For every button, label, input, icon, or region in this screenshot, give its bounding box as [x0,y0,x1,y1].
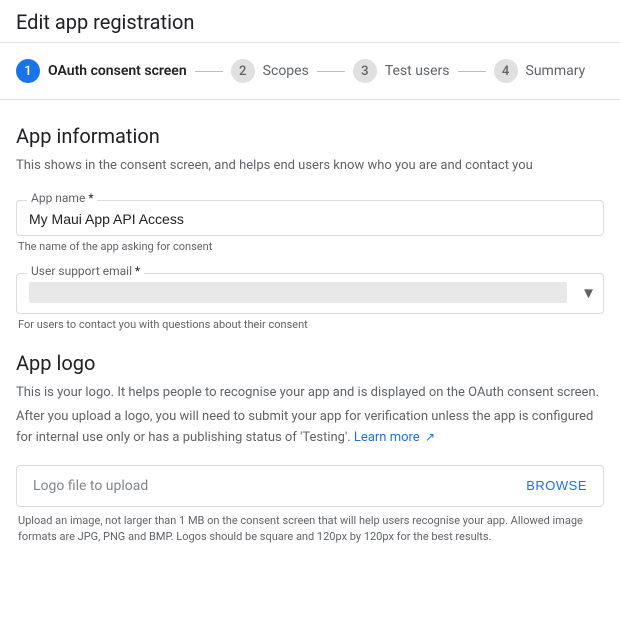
app-name-wrapper: App name * [16,200,604,236]
browse-button[interactable]: BROWSE [526,478,587,493]
stepper: 1 OAuth consent screen 2 Scopes 3 Test u… [0,43,620,100]
app-logo-title: App logo [16,351,604,375]
dropdown-arrow-icon: ▾ [584,283,593,304]
app-info-desc: This shows in the consent screen, and he… [16,156,604,176]
step-divider-2 [317,71,345,72]
step-4-label: Summary [526,63,586,79]
step-oauth-consent[interactable]: 1 OAuth consent screen [16,59,187,83]
app-logo-desc1: This is your logo. It helps people to re… [16,383,604,404]
app-name-label: App name * [27,192,97,204]
logo-upload-label: Logo file to upload [33,478,148,494]
step-1-circle: 1 [16,59,40,83]
main-content: App information This shows in the consen… [0,100,620,562]
step-3-circle: 3 [353,59,377,83]
app-logo-desc2-text: After you upload a logo, you will need t… [16,409,593,445]
page-header: Edit app registration [0,0,620,43]
user-support-email-field-group: User support email * ███████████████████… [16,273,604,331]
app-name-field-group: App name * The name of the app asking fo… [16,200,604,253]
app-logo-desc2: After you upload a logo, you will need t… [16,407,604,449]
step-4-circle: 4 [494,59,518,83]
learn-more-link[interactable]: Learn more ↗ [354,430,435,445]
step-2-label: Scopes [263,63,309,79]
logo-upload-box: Logo file to upload BROWSE [16,465,604,507]
step-divider-3 [458,71,486,72]
step-scopes[interactable]: 2 Scopes [231,59,309,83]
app-name-input[interactable] [29,209,591,229]
step-divider-1 [195,71,223,72]
step-3-label: Test users [385,63,450,79]
user-support-email-hint: For users to contact you with questions … [16,318,604,331]
app-logo-section: App logo This is your logo. It helps peo… [16,351,604,546]
step-1-label: OAuth consent screen [48,63,187,79]
app-name-required: * [88,191,93,205]
page-title: Edit app registration [16,10,604,34]
step-2-circle: 2 [231,59,255,83]
external-link-icon: ↗ [425,430,435,444]
app-info-title: App information [16,124,604,148]
step-test-users[interactable]: 3 Test users [353,59,450,83]
user-support-email-wrapper[interactable]: User support email * ███████████████████… [16,273,604,314]
app-name-hint: The name of the app asking for consent [16,240,604,253]
step-summary[interactable]: 4 Summary [494,59,586,83]
learn-more-text: Learn more [354,430,420,445]
logo-hint: Upload an image, not larger than 1 MB on… [16,513,604,546]
user-support-email-display: ████████████████████ [29,282,567,303]
user-support-email-label: User support email * [27,265,144,277]
user-email-required: * [135,264,140,278]
